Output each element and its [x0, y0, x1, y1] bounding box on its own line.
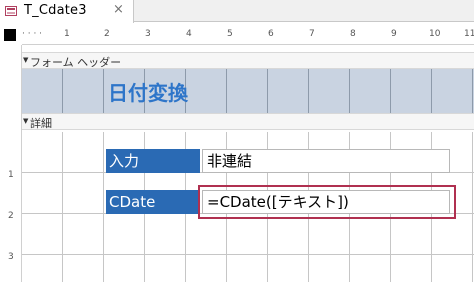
- detail-label: 詳細: [30, 117, 52, 130]
- ruler-number: 1: [64, 29, 70, 39]
- table-icon: [5, 6, 17, 16]
- highlight-box: [198, 185, 456, 219]
- form-header-label: フォーム ヘッダー: [30, 56, 122, 69]
- header-grid: [22, 69, 474, 113]
- input-label[interactable]: 入力: [106, 149, 200, 173]
- ruler-number: 3: [8, 252, 14, 262]
- ruler-number: 8: [350, 29, 356, 39]
- form-title-label[interactable]: 日付変換: [108, 77, 188, 106]
- tab-title: T_Cdate3: [24, 3, 87, 18]
- ruler-number: 6: [268, 29, 274, 39]
- ruler-number: 5: [227, 29, 233, 39]
- document-tab-bar: T_Cdate3 ×: [0, 0, 474, 23]
- form-selector-square: [4, 29, 16, 41]
- form-header-section-bar[interactable]: ▼ フォーム ヘッダー: [22, 52, 474, 69]
- detail-section-bar[interactable]: ▼ 詳細: [22, 113, 474, 130]
- ruler-number: 2: [8, 211, 14, 221]
- form-header-area[interactable]: 日付変換: [22, 69, 474, 113]
- ruler-number: 7: [309, 29, 315, 39]
- detail-area[interactable]: 入力 非連結 CDate =CDate([テキスト]): [22, 132, 474, 282]
- section-arrow-icon: ▼: [23, 56, 29, 64]
- ruler-number: 2: [104, 29, 110, 39]
- cdate-label[interactable]: CDate: [106, 190, 200, 214]
- ruler-number: 4: [186, 29, 192, 39]
- horizontal-ruler[interactable]: · · · · 1 2 3 4 5 6 7 8 9 10 11: [22, 23, 474, 45]
- ruler-number: 11: [464, 29, 474, 39]
- ruler-number: 3: [145, 29, 151, 39]
- ruler-number: 10: [429, 29, 441, 39]
- form-selector[interactable]: [0, 23, 22, 45]
- document-tab[interactable]: T_Cdate3 ×: [0, 0, 134, 23]
- vertical-ruler[interactable]: 1 2 3: [0, 45, 22, 282]
- ruler-number: 1: [8, 170, 14, 180]
- ruler-number: · · · ·: [22, 29, 43, 39]
- input-textbox[interactable]: 非連結: [202, 149, 450, 173]
- ruler-number: 9: [391, 29, 397, 39]
- close-icon[interactable]: ×: [113, 2, 124, 17]
- section-arrow-icon: ▼: [23, 117, 29, 125]
